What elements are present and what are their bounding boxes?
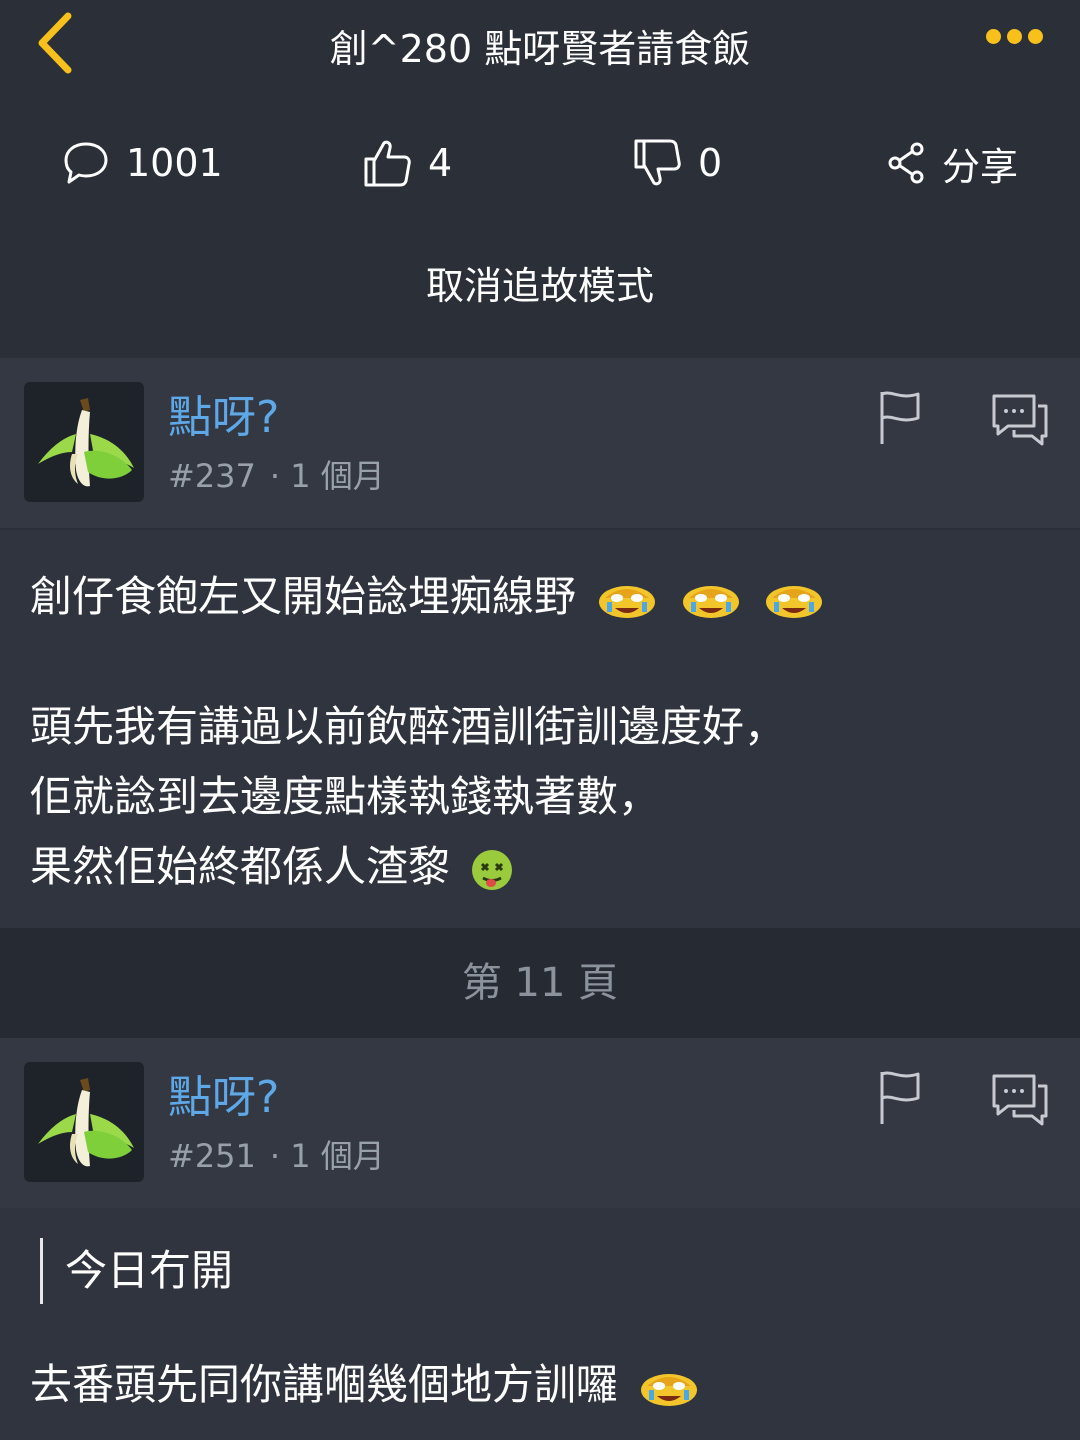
post-time: 1 個月 <box>290 457 385 495</box>
share-button[interactable]: 分享 <box>886 128 1018 198</box>
back-button[interactable] <box>28 6 88 76</box>
banana-icon <box>38 398 134 487</box>
report-button[interactable] <box>876 388 924 448</box>
more-button[interactable] <box>986 26 1056 50</box>
thread-title: 創^280 點呀賢者請食飯 <box>329 27 751 71</box>
post-body: 今日冇開 去番頭先同你講嗰幾個地方訓囉 <box>0 1208 1080 1440</box>
post-line: 佢就諗到去邊度點樣執錢執著數， <box>30 772 661 821</box>
post-line: 頭先我有講過以前飲醉酒訓街訓邊度好， <box>30 702 787 751</box>
more-dots-icon <box>986 29 1001 44</box>
reply-button[interactable] <box>990 1070 1050 1130</box>
flag-icon <box>880 391 920 444</box>
thumbs-down-icon <box>634 139 681 186</box>
post-number: #237 <box>168 457 256 495</box>
post-number: #251 <box>168 1137 256 1175</box>
username[interactable]: 點呀? <box>168 390 279 446</box>
comments-count[interactable]: 1001 <box>62 128 223 198</box>
cancel-follow-mode-button[interactable]: 取消追故模式 <box>0 258 1080 314</box>
page-separator: 第 11 頁 <box>0 928 1080 1038</box>
crying-laugh-emoji-icon <box>682 585 739 618</box>
crying-laugh-emoji-icon <box>599 585 656 618</box>
flag-icon <box>880 1071 920 1124</box>
report-button[interactable] <box>876 1068 924 1128</box>
chevron-left-icon <box>38 12 72 74</box>
banana-icon <box>38 1078 134 1167</box>
post-meta: #251 · 1 個月 <box>168 1137 385 1175</box>
quote-block: 今日冇開 <box>40 1238 233 1304</box>
stats-bar: 1001 4 0 分享 <box>0 128 1080 198</box>
top-bar: 創^280 點呀賢者請食飯 1001 4 0 分享 取消追故模式 <box>0 0 1080 358</box>
post-line: 去番頭先同你講嗰幾個地方訓囉 <box>30 1350 701 1420</box>
sick-face-emoji-icon <box>472 849 513 890</box>
reply-button[interactable] <box>990 390 1050 450</box>
post-time: 1 個月 <box>290 1137 385 1175</box>
crying-laugh-emoji-icon <box>641 1373 698 1406</box>
post-header: 點呀? #251 · 1 個月 <box>0 1038 1080 1208</box>
post-line: 創仔食飽左又開始諗埋痴線野 <box>30 562 826 632</box>
chat-bubbles-icon <box>992 394 1048 446</box>
post-line: 果然佢始終都係人渣黎 <box>30 832 826 902</box>
share-label: 分享 <box>942 144 1019 189</box>
post-header: 點呀? #237 · 1 個月 <box>0 358 1080 528</box>
crying-laugh-emoji-icon <box>766 585 823 618</box>
likes-value: 4 <box>428 141 453 185</box>
avatar[interactable] <box>24 382 144 502</box>
comment-bubble-icon <box>64 142 108 184</box>
thumbs-up-icon <box>364 140 411 187</box>
share-icon <box>888 142 924 184</box>
like-button[interactable]: 4 <box>362 128 452 198</box>
comments-value: 1001 <box>126 141 223 185</box>
post-meta: #237 · 1 個月 <box>168 457 385 495</box>
chat-bubbles-icon <box>992 1074 1048 1126</box>
post-body: 創仔食飽左又開始諗埋痴線野 頭先我有講過以前飲醉酒訓街訓邊度好， 佢就諗到去邊度… <box>0 530 1080 928</box>
avatar[interactable] <box>24 1062 144 1182</box>
dislike-button[interactable]: 0 <box>632 128 722 198</box>
dislikes-value: 0 <box>698 141 723 185</box>
username[interactable]: 點呀? <box>168 1070 279 1126</box>
